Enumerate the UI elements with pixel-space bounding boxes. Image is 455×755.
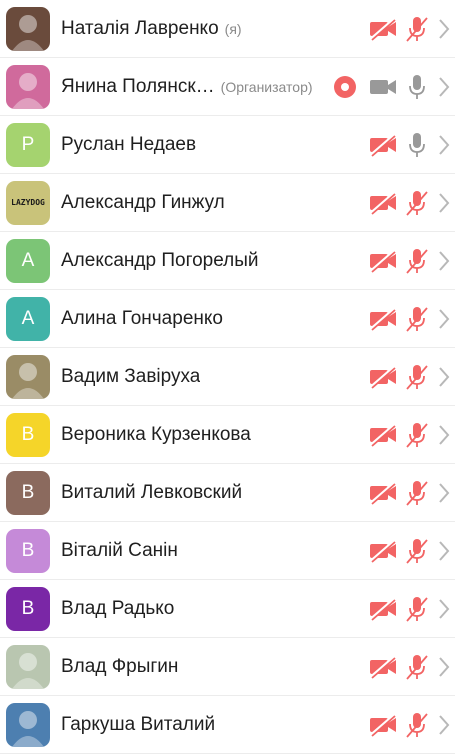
photo-placeholder-icon bbox=[12, 14, 44, 51]
video-off-icon[interactable] bbox=[369, 249, 397, 273]
video-off-icon[interactable] bbox=[369, 307, 397, 331]
avatar: LAZYDOG bbox=[6, 180, 50, 225]
photo-placeholder-icon bbox=[12, 362, 44, 399]
mic-muted-icon[interactable] bbox=[405, 711, 429, 739]
video-off-icon[interactable] bbox=[369, 17, 397, 41]
video-off-icon[interactable] bbox=[369, 365, 397, 389]
participant-row[interactable]: В Виталий Левковский bbox=[0, 464, 455, 522]
mic-muted-icon[interactable] bbox=[405, 537, 429, 565]
chevron-right-icon[interactable] bbox=[438, 18, 450, 40]
chevron-right-icon[interactable] bbox=[438, 656, 450, 678]
participant-role-tag: (Организатор) bbox=[220, 78, 313, 95]
participant-name: Влад Радько bbox=[61, 597, 175, 619]
participant-name: Віталій Санін bbox=[61, 539, 178, 561]
video-off-icon[interactable] bbox=[369, 539, 397, 563]
avatar: А bbox=[6, 296, 50, 341]
mic-muted-icon[interactable] bbox=[405, 595, 429, 623]
mic-muted-icon[interactable] bbox=[405, 15, 429, 43]
mic-muted-icon[interactable] bbox=[405, 479, 429, 507]
participant-name: Александр Гинжул bbox=[61, 191, 225, 213]
avatar: А bbox=[6, 238, 50, 283]
participant-row[interactable]: В Віталій Санін bbox=[0, 522, 455, 580]
video-off-icon[interactable] bbox=[369, 655, 397, 679]
avatar bbox=[6, 6, 50, 51]
video-off-icon[interactable] bbox=[369, 191, 397, 215]
chevron-right-icon[interactable] bbox=[438, 250, 450, 272]
mic-muted-icon[interactable] bbox=[405, 305, 429, 333]
participant-name: Александр Погорелый bbox=[61, 249, 259, 271]
avatar: В bbox=[6, 470, 50, 515]
chevron-right-icon[interactable] bbox=[438, 424, 450, 446]
participant-row[interactable]: Янина Полянск… (Организатор) bbox=[0, 58, 455, 116]
participant-row[interactable]: Вадим Завіруха bbox=[0, 348, 455, 406]
avatar bbox=[6, 702, 50, 747]
mic-muted-icon[interactable] bbox=[405, 189, 429, 217]
participant-name: Влад Фрыгин bbox=[61, 655, 179, 677]
participant-name: Гаркуша Виталий bbox=[61, 713, 216, 735]
participant-row[interactable]: Наталія Лавренко (я) bbox=[0, 0, 455, 58]
avatar: Р bbox=[6, 122, 50, 167]
video-camera-icon[interactable] bbox=[369, 75, 397, 99]
participant-name: Вадим Завіруха bbox=[61, 365, 201, 387]
participant-row[interactable]: LAZYDOG Александр Гинжул bbox=[0, 174, 455, 232]
chevron-right-icon[interactable] bbox=[438, 76, 450, 98]
participant-row[interactable]: В Влад Радько bbox=[0, 580, 455, 638]
photo-placeholder-icon bbox=[12, 710, 44, 747]
participant-row[interactable]: А Алина Гончаренко bbox=[0, 290, 455, 348]
participant-name: Алина Гончаренко bbox=[61, 307, 223, 329]
video-off-icon[interactable] bbox=[369, 713, 397, 737]
microphone-icon[interactable] bbox=[405, 131, 429, 159]
video-off-icon[interactable] bbox=[369, 423, 397, 447]
video-off-icon[interactable] bbox=[369, 133, 397, 157]
participant-name: Виталий Левковский bbox=[61, 481, 243, 503]
participants-list: Наталія Лавренко (я) Янина Полянск… (Орган… bbox=[0, 0, 455, 754]
avatar bbox=[6, 64, 50, 109]
participant-name: Янина Полянск… bbox=[61, 75, 215, 97]
participant-role-tag: (я) bbox=[224, 20, 242, 37]
avatar bbox=[6, 354, 50, 399]
participant-row[interactable]: Р Руслан Недаев bbox=[0, 116, 455, 174]
mic-muted-icon[interactable] bbox=[405, 653, 429, 681]
chevron-right-icon[interactable] bbox=[438, 308, 450, 330]
chevron-right-icon[interactable] bbox=[438, 134, 450, 156]
mic-muted-icon[interactable] bbox=[405, 363, 429, 391]
mic-muted-icon[interactable] bbox=[405, 247, 429, 275]
photo-placeholder-icon bbox=[12, 72, 44, 109]
participant-row[interactable]: А Александр Погорелый bbox=[0, 232, 455, 290]
chevron-right-icon[interactable] bbox=[438, 714, 450, 736]
chevron-right-icon[interactable] bbox=[438, 540, 450, 562]
avatar-logo-text: LAZYDOG bbox=[11, 198, 45, 207]
chevron-right-icon[interactable] bbox=[438, 366, 450, 388]
chevron-right-icon[interactable] bbox=[438, 482, 450, 504]
chevron-right-icon[interactable] bbox=[438, 598, 450, 620]
participant-row[interactable]: Гаркуша Виталий bbox=[0, 696, 455, 754]
video-off-icon[interactable] bbox=[369, 597, 397, 621]
mic-muted-icon[interactable] bbox=[405, 421, 429, 449]
video-off-icon[interactable] bbox=[369, 481, 397, 505]
photo-placeholder-icon bbox=[12, 652, 44, 689]
record-icon bbox=[334, 76, 356, 98]
avatar: В bbox=[6, 528, 50, 573]
participant-row[interactable]: Влад Фрыгин bbox=[0, 638, 455, 696]
chevron-right-icon[interactable] bbox=[438, 192, 450, 214]
avatar: В bbox=[6, 586, 50, 631]
participant-name: Руслан Недаев bbox=[61, 133, 197, 155]
microphone-icon[interactable] bbox=[405, 73, 429, 101]
avatar: В bbox=[6, 412, 50, 457]
avatar bbox=[6, 644, 50, 689]
participant-row[interactable]: В Вероника Курзенкова bbox=[0, 406, 455, 464]
participant-name: Вероника Курзенкова bbox=[61, 423, 251, 445]
participant-name: Наталія Лавренко bbox=[61, 17, 219, 39]
